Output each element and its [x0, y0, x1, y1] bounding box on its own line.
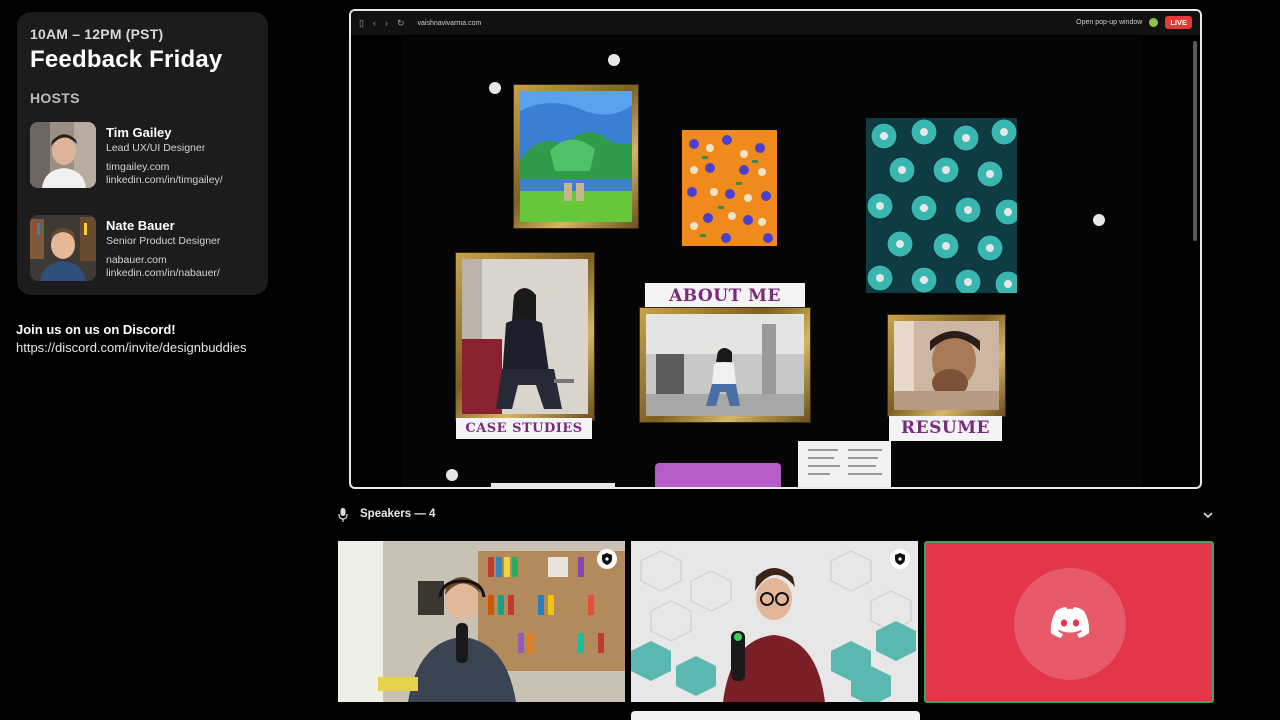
page-element [491, 483, 615, 488]
host-card: Tim Gailey Lead UX/UI Designer timgailey… [30, 122, 260, 188]
sidebar-icon[interactable]: ▯ [359, 18, 364, 29]
browser-toolbar: ▯ ‹ › ↻ vaishnavivarma.com Open pop-up w… [351, 11, 1200, 35]
host-role: Lead UX/UI Designer [106, 142, 206, 154]
chevron-down-icon[interactable] [1202, 509, 1214, 521]
avatar [30, 215, 96, 281]
decor-dot [446, 469, 458, 481]
document-thumbnail[interactable] [798, 441, 891, 487]
host-name: Tim Gailey [106, 125, 172, 140]
host-role: Senior Product Designer [106, 235, 221, 247]
scrollbar[interactable] [1193, 41, 1197, 241]
floral-artwork-orange[interactable] [682, 130, 777, 246]
mic-icon [338, 508, 348, 522]
case-studies-link[interactable]: CASE STUDIES [456, 418, 592, 439]
decor-dot [608, 54, 620, 66]
reload-icon[interactable]: ↻ [397, 18, 405, 29]
speakers-header[interactable]: Speakers — 4 [336, 506, 1220, 524]
speakers-count: Speakers — 4 [360, 508, 436, 520]
avatar [30, 122, 96, 188]
resume-link[interactable]: RESUME [889, 416, 1002, 441]
about-me-link[interactable]: ABOUT ME [645, 283, 805, 309]
status-icon [1149, 18, 1159, 27]
hosts-heading: HOSTS [30, 90, 80, 106]
floral-artwork-teal[interactable] [866, 118, 1017, 293]
case-studies-frame[interactable] [456, 253, 594, 420]
shield-icon [890, 549, 910, 569]
discord-speaker-tile[interactable] [924, 541, 1214, 703]
address-bar[interactable]: vaishnavivarma.com [418, 20, 482, 27]
host-details: Nate Bauer Senior Product Designer nabau… [106, 218, 220, 280]
forward-icon[interactable]: › [385, 18, 388, 28]
discord-invite-title: Join us on us on Discord! [16, 322, 176, 337]
host-linkedin-link[interactable]: linkedin.com/in/nabauer/ [106, 267, 220, 280]
speaker-video-tile[interactable] [338, 541, 625, 702]
host-website-link[interactable]: timgailey.com [106, 161, 223, 174]
host-linkedin-link[interactable]: linkedin.com/in/timgailey/ [106, 174, 223, 187]
popup-window-button[interactable]: Open pop-up window [1076, 19, 1142, 26]
shield-icon [597, 549, 617, 569]
back-icon[interactable]: ‹ [373, 18, 376, 28]
bottom-panel [631, 711, 920, 720]
host-name: Nate Bauer [106, 218, 175, 233]
discord-icon [1050, 607, 1090, 638]
host-details: Tim Gailey Lead UX/UI Designer timgailey… [106, 125, 223, 187]
decor-dot [489, 82, 501, 94]
event-time: 10AM – 12PM (PST) [30, 26, 164, 42]
resume-frame[interactable] [888, 315, 1005, 416]
host-card: Nate Bauer Senior Product Designer nabau… [30, 215, 260, 281]
live-badge: LIVE [1165, 16, 1192, 29]
discord-invite-link[interactable]: https://discord.com/invite/designbuddies [16, 340, 247, 355]
discord-invite: Join us on us on Discord! https://discor… [16, 322, 247, 355]
speaker-video-tile[interactable] [631, 541, 918, 702]
host-website-link[interactable]: nabauer.com [106, 254, 220, 267]
about-me-frame[interactable] [640, 308, 810, 422]
event-title: Feedback Friday [30, 46, 223, 73]
landscape-painting[interactable] [514, 85, 638, 228]
decor-dot [1093, 214, 1105, 226]
purple-block[interactable] [655, 463, 781, 487]
event-info-card: 10AM – 12PM (PST) Feedback Friday HOSTS … [17, 12, 268, 295]
